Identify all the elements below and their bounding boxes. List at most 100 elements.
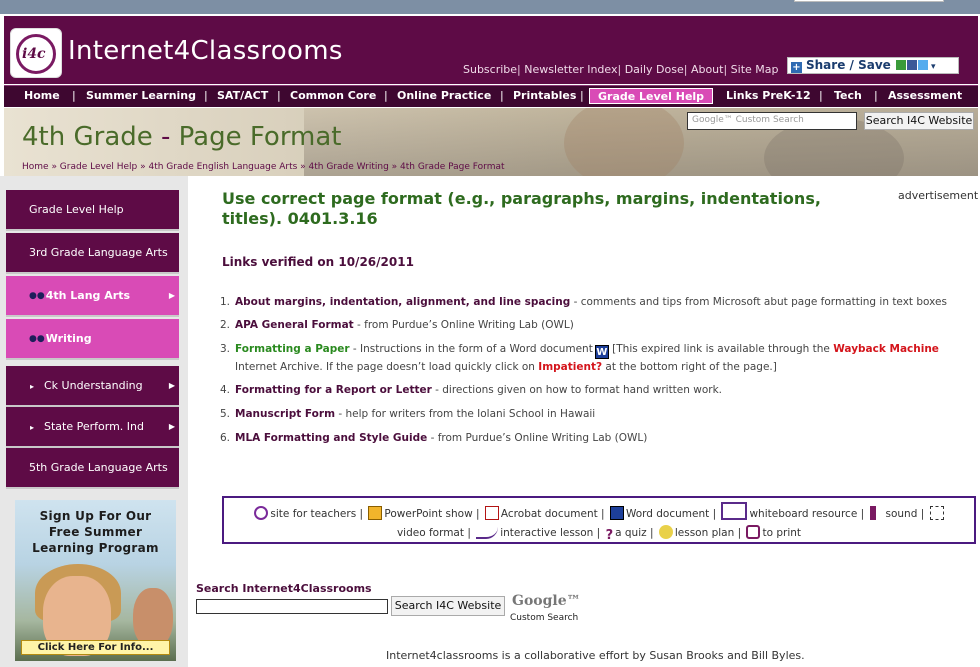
page-title-topic: Page Format	[178, 122, 342, 152]
summer-program-promo[interactable]: Sign Up For Our Free Summer Learning Pro…	[15, 500, 176, 661]
legend-label: video format	[396, 527, 464, 539]
nav-grade-level-help[interactable]: Grade Level Help	[589, 88, 714, 104]
powerpoint-icon	[368, 506, 383, 520]
site-logo[interactable]: i4c	[10, 28, 62, 78]
sidebar-item-label: Grade Level Help	[29, 203, 124, 216]
share-icon	[895, 60, 906, 70]
chevron-right-icon: ▶	[168, 381, 175, 390]
share-label: Share / Save	[806, 58, 891, 72]
top-link-about[interactable]: About	[691, 63, 724, 76]
legend-sep: |	[472, 508, 483, 520]
nav-common-core[interactable]: Common Core	[290, 89, 376, 102]
nav-online-practice[interactable]: Online Practice	[397, 89, 491, 102]
resource-link[interactable]: About margins, indentation, alignment, a…	[235, 296, 570, 308]
top-input-edge	[794, 0, 944, 2]
top-link-newsletter-index[interactable]: Newsletter Index	[524, 63, 617, 76]
nav-home[interactable]: Home	[24, 89, 60, 102]
legend-label: lesson plan	[674, 527, 735, 539]
nav-sep: |	[580, 89, 584, 102]
sidebar-item-4th-lang-arts[interactable]: ●● 4th Lang Arts ▶	[6, 276, 179, 317]
legend-label: interactive lesson	[500, 527, 594, 539]
breadcrumb[interactable]: Home » Grade Level Help » 4th Grade Engl…	[22, 162, 505, 172]
sidebar-item-state-perform-ind[interactable]: ▸ State Perform. Ind ▶	[6, 407, 179, 448]
logo-mark: i4c	[22, 46, 46, 62]
site-search-button[interactable]: Search I4C Website	[864, 112, 974, 130]
wayback-machine-link[interactable]: Wayback Machine	[833, 343, 939, 355]
nav-sep: |	[384, 89, 388, 102]
word-document-icon: W	[594, 345, 609, 359]
sidebar-item-writing[interactable]: ●● Writing	[6, 319, 179, 360]
nav-sat-act[interactable]: SAT/ACT	[217, 89, 268, 102]
icon-legend: site for teachers | PowerPoint show | Ac…	[222, 496, 976, 544]
resource-description: - Instructions in the form of a Word doc…	[349, 343, 593, 355]
page-title-sep: -	[152, 122, 179, 152]
legend-label: sound	[885, 508, 918, 520]
sidebar-item-label: 4th Lang Arts	[45, 289, 131, 302]
advertisement-label: advertisement	[898, 189, 979, 202]
standard-heading: Use correct page format (e.g., paragraph…	[222, 189, 821, 228]
promo-line: Free Summer	[48, 525, 143, 539]
whiteboard-icon	[721, 502, 748, 520]
nav-assessment[interactable]: Assessment	[888, 89, 962, 102]
bottom-search-button[interactable]: Search I4C Website	[391, 596, 505, 616]
nav-printables[interactable]: Printables	[513, 89, 576, 102]
nav-sep: |	[72, 89, 76, 102]
legend-sep: |	[734, 527, 745, 539]
sidebar-item-label: 5th Grade Language Arts	[29, 461, 168, 474]
resource-link[interactable]: Formatting for a Report or Letter	[235, 384, 432, 396]
share-save-button[interactable]: + Share / Save ▾	[787, 57, 959, 74]
dropdown-arrow-icon: ▾	[930, 62, 936, 72]
site-name[interactable]: Internet4Classrooms	[68, 36, 343, 66]
twitter-icon	[917, 60, 928, 70]
site-search-input[interactable]: Google™ Custom Search	[687, 112, 857, 130]
chevron-right-icon: ▶	[168, 291, 175, 300]
resource-link[interactable]: Formatting a Paper	[235, 343, 350, 355]
site-header: i4c Internet4Classrooms Subscribe| Newsl…	[4, 16, 978, 84]
list-number: 2.	[219, 319, 230, 331]
sidebar-item-label: State Perform. Ind	[44, 420, 144, 433]
top-link-daily-dose[interactable]: Daily Dose	[625, 63, 684, 76]
sound-icon	[869, 506, 884, 520]
print-icon	[746, 525, 761, 539]
list-number: 4.	[219, 384, 230, 396]
nav-sep: |	[204, 89, 208, 102]
nav-sep: |	[500, 89, 504, 102]
legend-label: site for teachers	[270, 508, 357, 520]
promo-click-button[interactable]: Click Here For Info...	[21, 640, 170, 655]
list-number: 1.	[219, 296, 230, 308]
page-banner: 4th Grade - Page Format Home » Grade Lev…	[4, 108, 978, 176]
chevron-right-icon: ▶	[168, 422, 175, 431]
bullet-icon: ▸	[30, 382, 35, 391]
list-number: 3.	[219, 343, 230, 355]
promo-line: Sign Up For Our	[39, 509, 152, 523]
archive-note: Internet Archive. If the page doesn’t lo…	[235, 361, 539, 373]
nav-tech[interactable]: Tech	[834, 89, 862, 102]
main-nav: Home | Summer Learning | SAT/ACT | Commo…	[4, 85, 978, 107]
banner-photo-figure	[564, 108, 684, 176]
resource-description: - from Purdue’s Online Writing Lab (OWL)	[427, 432, 648, 444]
bottom-search-input[interactable]	[196, 599, 388, 614]
archive-note: [This expired link is available through …	[608, 343, 834, 355]
top-link-site-map[interactable]: Site Map	[731, 63, 779, 76]
legend-label: Acrobat document	[500, 508, 598, 520]
nav-links-prek-12[interactable]: Links PreK-12	[726, 89, 811, 102]
legend-sep: |	[917, 508, 928, 520]
nav-summer-learning[interactable]: Summer Learning	[86, 89, 196, 102]
promo-headline: Sign Up For Our Free Summer Learning Pro…	[15, 508, 176, 556]
sidebar-item-label: 3rd Grade Language Arts	[29, 246, 168, 259]
resource-link[interactable]: Manuscript Form	[235, 408, 335, 420]
legend-label: whiteboard resource	[749, 508, 858, 520]
facebook-icon	[906, 60, 917, 70]
legend-label: Word document	[625, 508, 710, 520]
sidebar-item-5th-grade-language-arts[interactable]: 5th Grade Language Arts	[6, 448, 179, 489]
promo-photo	[133, 588, 173, 648]
plus-icon: +	[791, 62, 802, 73]
sidebar-item-3rd-grade-language-arts[interactable]: 3rd Grade Language Arts	[6, 233, 179, 274]
sidebar-item-ck-understanding[interactable]: ▸ Ck Understanding ▶	[6, 366, 179, 407]
top-link-subscribe[interactable]: Subscribe	[463, 63, 517, 76]
resource-link[interactable]: MLA Formatting and Style Guide	[235, 432, 427, 444]
resource-link[interactable]: APA General Format	[235, 319, 354, 331]
links-verified-date: Links verified on 10/26/2011	[222, 255, 414, 269]
bottom-search-label: Search Internet4Classrooms	[196, 582, 372, 595]
sidebar-item-grade-level-help[interactable]: Grade Level Help	[6, 190, 179, 231]
